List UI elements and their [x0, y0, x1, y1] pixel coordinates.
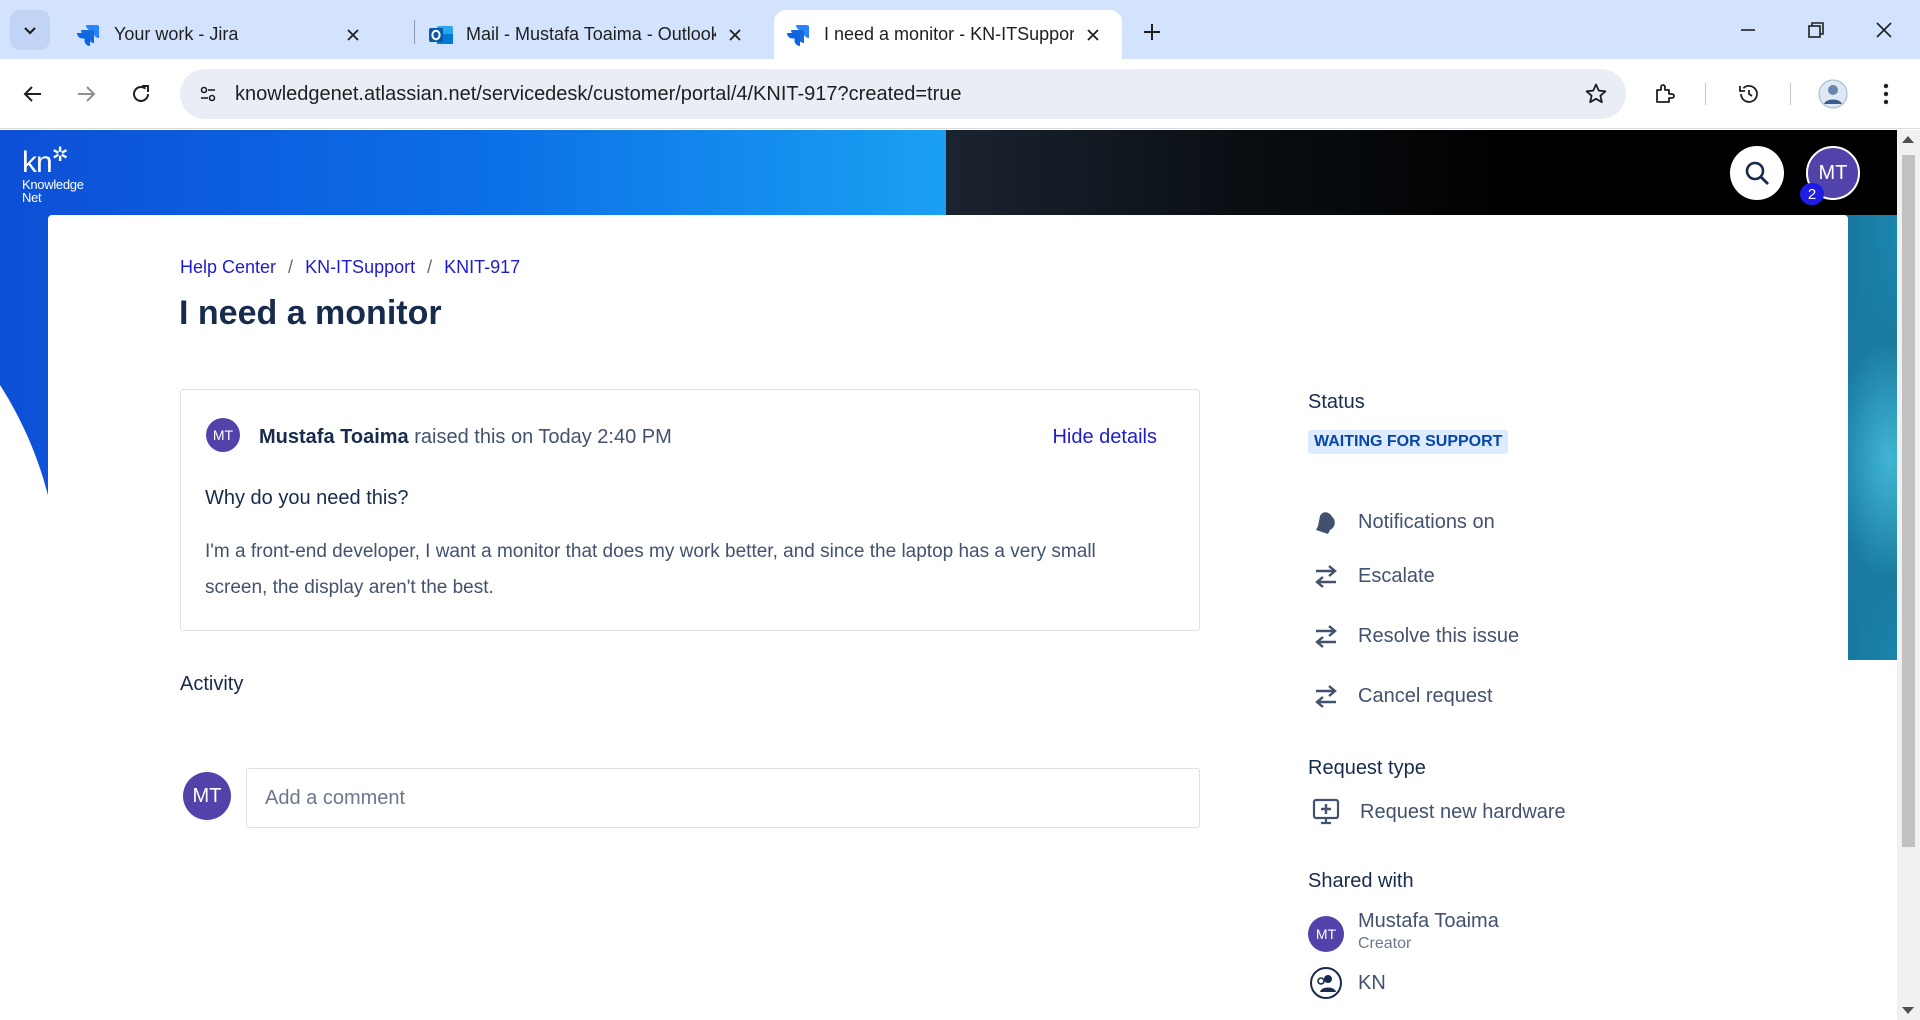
tab-your-work-jira[interactable]: Your work - Jira — [58, 10, 403, 59]
breadcrumb-help-center[interactable]: Help Center — [180, 257, 276, 278]
knowledge-net-logo[interactable]: kn✲ Knowledge Net — [22, 140, 84, 204]
request-type-label: Request type — [1308, 757, 1426, 779]
bell-icon — [1308, 504, 1344, 540]
arrow-right-icon — [78, 86, 96, 102]
status-label: Status — [1308, 391, 1365, 413]
browser-menu-icon[interactable] — [1866, 74, 1906, 114]
new-tab-button[interactable] — [1134, 14, 1170, 50]
url-text[interactable]: knowledgenet.atlassian.net/servicedesk/c… — [235, 83, 962, 106]
escalate-label: Escalate — [1358, 564, 1435, 587]
restore-icon — [1808, 22, 1824, 38]
bookmark-star-icon[interactable] — [1584, 82, 1608, 111]
cancel-label: Cancel request — [1358, 684, 1493, 707]
hide-details-button[interactable]: Hide details — [1052, 426, 1157, 449]
scroll-down-arrow[interactable] — [1902, 1007, 1914, 1014]
participant-role: Creator — [1358, 935, 1412, 952]
page-title: I need a monitor — [179, 294, 442, 332]
breadcrumb-separator: / — [288, 257, 294, 277]
organization-icon — [1308, 965, 1344, 1001]
back-button[interactable] — [13, 74, 53, 114]
minimize-window-button[interactable] — [1720, 10, 1776, 50]
notifications-label: Notifications on — [1358, 510, 1495, 533]
close-tab-icon[interactable] — [1080, 22, 1106, 48]
forward-button[interactable] — [66, 74, 106, 114]
transition-arrows-icon — [1308, 558, 1344, 594]
tab-search-dropdown-button[interactable] — [10, 10, 50, 50]
tab-title: Mail - Mustafa Toaima - Outlook — [466, 24, 716, 44]
browser-toolbar: knowledgenet.atlassian.net/servicedesk/c… — [0, 59, 1920, 129]
tab-outlook-mail[interactable]: Mail - Mustafa Toaima - Outlook — [410, 10, 760, 59]
activity-heading: Activity — [180, 673, 244, 695]
scrollbar-thumb[interactable] — [1902, 155, 1915, 847]
toolbar-divider — [1790, 83, 1791, 105]
shared-with-label: Shared with — [1308, 870, 1414, 892]
breadcrumb: Help Center / KN-ITSupport / KNIT-917 — [180, 257, 520, 278]
request-details-panel: MT Mustafa Toaima raised this on Today 2… — [180, 389, 1200, 631]
raised-timestamp: raised this on Today 2:40 PM — [414, 426, 672, 448]
jira-icon — [786, 22, 812, 48]
site-info-icon[interactable] — [192, 78, 224, 110]
scroll-up-arrow[interactable] — [1902, 136, 1914, 143]
reporter-avatar: MT — [206, 418, 240, 452]
reload-icon — [133, 85, 149, 102]
page-scrollbar[interactable] — [1897, 130, 1920, 1020]
reload-button[interactable] — [121, 74, 161, 114]
shared-participant: MT Mustafa Toaima Creator — [1308, 910, 1499, 953]
resolve-label: Resolve this issue — [1358, 624, 1520, 647]
comment-avatar: MT — [183, 772, 231, 820]
jira-icon — [76, 22, 102, 48]
restore-window-button[interactable] — [1788, 10, 1844, 50]
minimize-icon — [1741, 29, 1755, 31]
page-viewport: kn✲ Knowledge Net MT 2 Help Center / KN-… — [0, 130, 1897, 1020]
plus-icon — [1144, 24, 1160, 40]
transition-arrows-icon — [1308, 678, 1344, 714]
extensions-icon[interactable] — [1645, 74, 1685, 114]
notifications-toggle[interactable]: Notifications on — [1308, 504, 1495, 540]
close-icon — [1876, 22, 1892, 38]
add-comment-input[interactable]: Add a comment — [246, 768, 1200, 828]
outlook-icon — [428, 22, 454, 48]
address-bar[interactable]: knowledgenet.atlassian.net/servicedesk/c… — [180, 69, 1626, 119]
close-tab-icon[interactable] — [340, 22, 366, 48]
history-icon[interactable] — [1729, 74, 1769, 114]
hardware-monitor-icon — [1308, 794, 1344, 830]
header-search-button[interactable] — [1730, 146, 1784, 200]
close-tab-icon[interactable] — [722, 22, 748, 48]
cancel-request-button[interactable]: Cancel request — [1308, 678, 1493, 714]
field-value-why: I'm a front-end developer, I want a moni… — [205, 541, 1096, 598]
profile-avatar-icon[interactable] — [1813, 74, 1853, 114]
status-badge: WAITING FOR SUPPORT — [1308, 430, 1509, 454]
organization-name: KN — [1358, 971, 1386, 994]
logo-text-line2: Net — [22, 190, 42, 205]
chevron-down-icon — [24, 27, 36, 35]
resolve-issue-button[interactable]: Resolve this issue — [1308, 618, 1519, 654]
toolbar-divider — [1705, 83, 1706, 105]
raised-by-line: Mustafa Toaima raised this on Today 2:40… — [259, 426, 672, 449]
search-icon — [1745, 161, 1769, 185]
tab-title: I need a monitor - KN-ITSupport — [824, 24, 1074, 44]
breadcrumb-issue-key[interactable]: KNIT-917 — [444, 257, 520, 278]
request-type-value: Request new hardware — [1308, 794, 1566, 830]
browser-tab-bar: Your work - Jira Mail - Mustafa Toaima -… — [0, 0, 1920, 59]
notification-count-badge: 2 — [1800, 183, 1824, 205]
participant-name: Mustafa Toaima — [1358, 910, 1499, 932]
reporter-name: Mustafa Toaima — [259, 426, 409, 448]
tab-i-need-a-monitor[interactable]: I need a monitor - KN-ITSupport — [774, 10, 1122, 59]
logo-mark: kn✲ — [22, 144, 68, 179]
field-label-why: Why do you need this? — [205, 487, 409, 509]
shared-organization: KN — [1308, 965, 1386, 1001]
close-window-button[interactable] — [1856, 10, 1912, 50]
transition-arrows-icon — [1308, 618, 1344, 654]
arrow-left-icon — [23, 86, 41, 102]
request-type-text: Request new hardware — [1360, 800, 1566, 823]
breadcrumb-separator: / — [427, 257, 433, 277]
escalate-button[interactable]: Escalate — [1308, 558, 1435, 594]
participant-avatar: MT — [1308, 916, 1344, 952]
tab-title: Your work - Jira — [114, 24, 239, 44]
breadcrumb-project[interactable]: KN-ITSupport — [305, 257, 415, 278]
